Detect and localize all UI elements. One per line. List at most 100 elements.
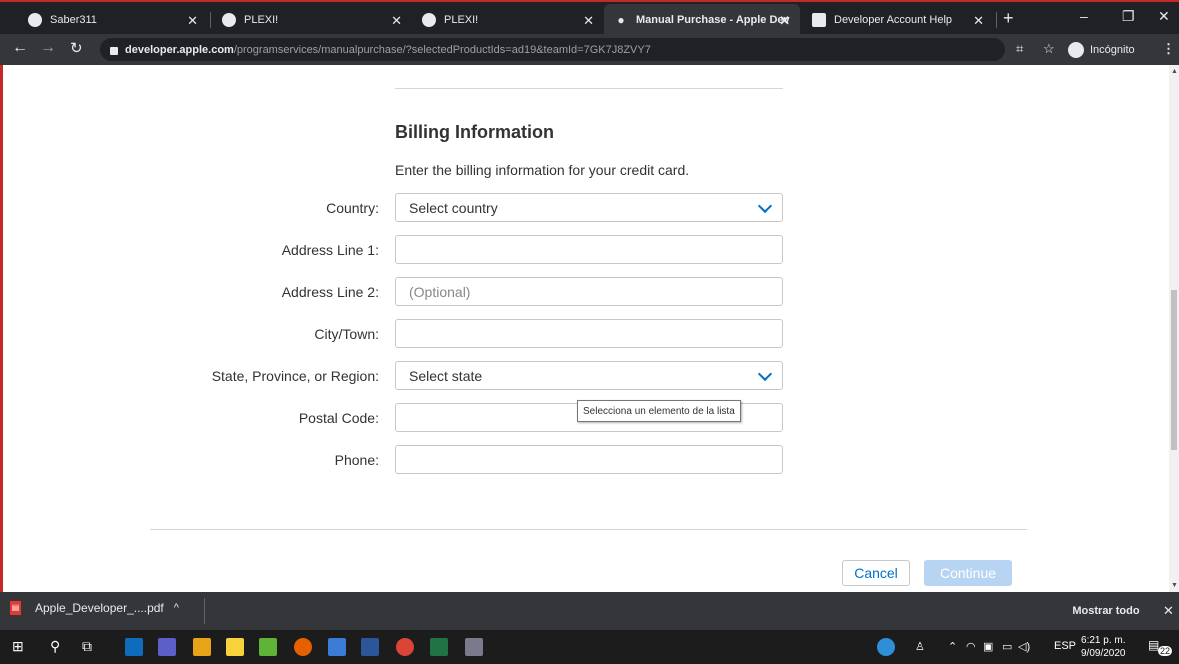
billing-intro: Enter the billing information for your c… — [395, 162, 690, 178]
close-icon[interactable]: ✕ — [779, 13, 790, 29]
scrollbar-thumb[interactable] — [1171, 290, 1177, 450]
scroll-up-icon[interactable]: ▲ — [1171, 68, 1178, 75]
tab-strip: Saber311 ✕ PLEXI! ✕ PLEXI! ✕ ● Manual Pu… — [0, 0, 1179, 36]
help-icon[interactable] — [877, 638, 895, 656]
scrollbar[interactable]: ▲ ▼ — [1169, 65, 1179, 592]
country-select[interactable]: Select country — [395, 193, 783, 222]
postal-code-label: Postal Code: — [298, 410, 379, 426]
tab-label: Manual Purchase - Apple Deve — [636, 14, 790, 26]
outlook-icon[interactable] — [125, 638, 143, 656]
paint-icon[interactable] — [465, 638, 483, 656]
notification-count: 22 — [1158, 646, 1173, 656]
tab-manual-purchase[interactable]: ● Manual Purchase - Apple Deve ✕ — [604, 4, 800, 36]
tab-label: PLEXI! — [244, 14, 279, 26]
page-title: Billing Information — [395, 122, 554, 142]
search-icon[interactable]: ⚲ — [50, 638, 60, 655]
incognito-label: Incógnito — [1090, 43, 1135, 56]
continue-button[interactable]: Continue — [924, 560, 1012, 586]
teams-icon[interactable] — [158, 638, 176, 656]
forward-arrow-icon[interactable]: → — [40, 39, 56, 57]
chevron-up-icon[interactable]: ⌃ — [948, 640, 957, 653]
sticky-notes-icon[interactable] — [226, 638, 244, 656]
close-icon[interactable]: ✕ — [187, 13, 198, 29]
divider — [395, 88, 783, 89]
tab-label: Saber311 — [50, 14, 97, 26]
close-icon[interactable]: ✕ — [973, 13, 984, 29]
back-arrow-icon[interactable]: ← — [12, 39, 28, 57]
divider — [204, 598, 205, 624]
download-file-name: Apple_Developer_....pdf — [35, 601, 164, 615]
download-item[interactable]: ▤ Apple_Developer_....pdf ^ — [10, 601, 179, 615]
close-icon[interactable]: ✕ — [391, 13, 402, 29]
menu-icon[interactable]: ⋮ — [1162, 41, 1175, 57]
apple-icon: ● — [617, 13, 625, 27]
system-clock[interactable]: 6:21 p. m. 9/09/2020 — [1081, 634, 1126, 660]
task-view-icon[interactable]: ⧉ — [82, 638, 92, 655]
scroll-down-icon[interactable]: ▼ — [1171, 582, 1178, 589]
windows-start-icon[interactable]: ⊞ — [12, 638, 24, 655]
excel-icon[interactable] — [430, 638, 448, 656]
phone-label: Phone: — [334, 452, 379, 468]
city-input[interactable] — [395, 319, 783, 348]
address-line-2-input[interactable] — [395, 277, 783, 306]
url-path: /programservices/manualpurchase/?selecte… — [233, 43, 651, 56]
notification-icon[interactable]: ▣ — [983, 640, 993, 653]
close-icon[interactable]: ✕ — [1163, 603, 1174, 619]
tab-plexi-1[interactable]: PLEXI! ✕ — [212, 4, 412, 36]
tab-label: PLEXI! — [444, 14, 479, 26]
notepad-icon[interactable] — [259, 638, 277, 656]
restore-icon[interactable]: ❐ — [1122, 8, 1135, 25]
state-select[interactable]: Select state — [395, 361, 783, 390]
chrome-icon[interactable] — [396, 638, 414, 656]
tab-label: Developer Account Help — [834, 14, 953, 26]
reload-icon[interactable]: ↻ — [70, 39, 83, 57]
tab-developer-account-help[interactable]: Developer Account Help ✕ — [802, 4, 994, 36]
tab-separator — [210, 12, 211, 28]
star-icon[interactable]: ☆ — [1043, 41, 1055, 57]
tab-saber311[interactable]: Saber311 ✕ — [18, 4, 208, 36]
firefox-icon[interactable] — [294, 638, 312, 656]
window-close-icon[interactable]: ✕ — [1158, 8, 1170, 25]
lock-icon — [110, 46, 118, 55]
app-icon[interactable] — [328, 638, 346, 656]
tab-plexi-2[interactable]: PLEXI! ✕ — [412, 4, 604, 36]
state-select-value: Select state — [409, 367, 483, 384]
new-tab-icon[interactable]: + — [1003, 8, 1014, 29]
download-bar: ▤ Apple_Developer_....pdf ^ Mostrar todo… — [0, 592, 1179, 630]
globe-icon — [422, 13, 436, 27]
people-icon[interactable]: ♙ — [915, 640, 925, 653]
file-explorer-icon[interactable] — [193, 638, 211, 656]
divider — [150, 529, 1027, 530]
close-icon[interactable]: ✕ — [583, 13, 594, 29]
country-select-value: Select country — [409, 199, 498, 216]
validation-tooltip: Selecciona un elemento de la lista — [577, 400, 741, 422]
globe-icon — [28, 13, 42, 27]
pdf-icon: ▤ — [10, 601, 21, 615]
address-line-1-label: Address Line 1: — [281, 242, 379, 258]
chevron-up-icon[interactable]: ^ — [174, 602, 179, 614]
address-bar[interactable]: developer.apple.com /programservices/man… — [100, 38, 1005, 61]
city-label: City/Town: — [314, 326, 379, 342]
url-host: developer.apple.com — [125, 43, 234, 56]
wifi-icon[interactable]: ◠ — [966, 640, 976, 653]
language-indicator[interactable]: ESP — [1054, 640, 1076, 652]
cancel-button[interactable]: Cancel — [842, 560, 910, 586]
address-line-1-input[interactable] — [395, 235, 783, 264]
minimize-icon[interactable]: – — [1080, 8, 1088, 24]
globe-icon — [222, 13, 236, 27]
phone-input[interactable] — [395, 445, 783, 474]
apple-square-icon — [812, 13, 826, 27]
clock-date: 9/09/2020 — [1081, 648, 1126, 659]
browser-toolbar: ← → ↻ developer.apple.com /programservic… — [0, 34, 1179, 65]
show-all-button[interactable]: Mostrar todo — [1066, 597, 1146, 625]
address-line-2-label: Address Line 2: — [281, 284, 379, 300]
translate-icon[interactable]: ⌗ — [1016, 41, 1023, 57]
clock-time: 6:21 p. m. — [1081, 635, 1126, 646]
state-label: State, Province, or Region: — [211, 368, 379, 384]
country-label: Country: — [326, 200, 379, 216]
incognito-badge[interactable]: Incógnito — [1068, 39, 1135, 60]
windows-taskbar: ⊞ ⚲ ⧉ ♙ ⌃ ◠ ▣ ▭ ◁) ESP 6:21 p. m. 9/09/2… — [0, 630, 1179, 664]
battery-icon[interactable]: ▭ — [1002, 640, 1012, 653]
word-icon[interactable] — [361, 638, 379, 656]
volume-icon[interactable]: ◁) — [1018, 640, 1030, 653]
